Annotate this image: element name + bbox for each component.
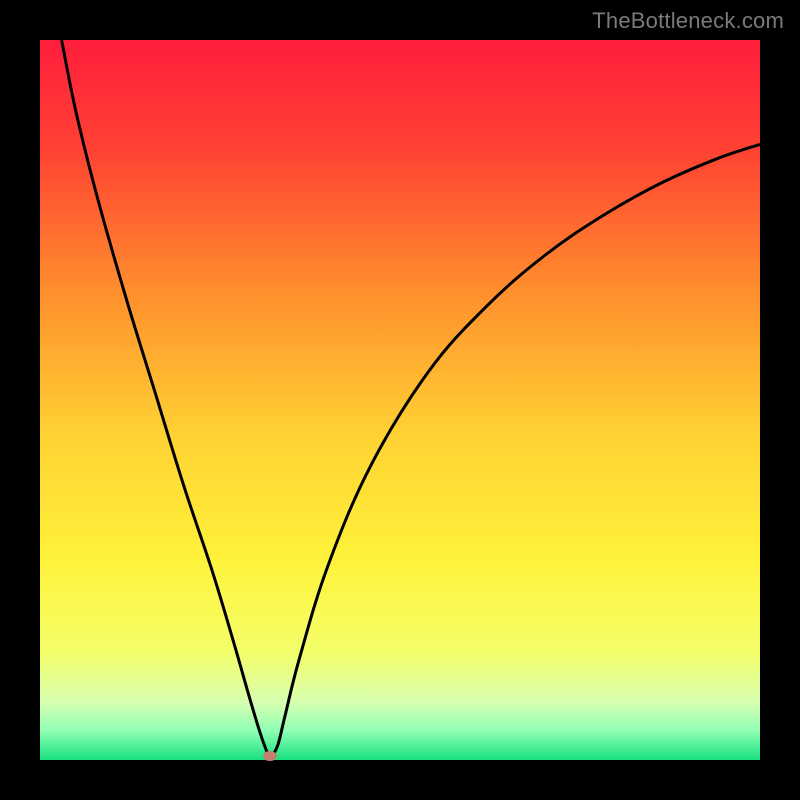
optimal-marker	[263, 751, 277, 761]
bottleneck-curve	[40, 40, 760, 760]
curve-path	[62, 40, 760, 757]
plot-area	[40, 40, 760, 760]
attribution-label: TheBottleneck.com	[592, 8, 784, 34]
chart-container: TheBottleneck.com	[0, 0, 800, 800]
